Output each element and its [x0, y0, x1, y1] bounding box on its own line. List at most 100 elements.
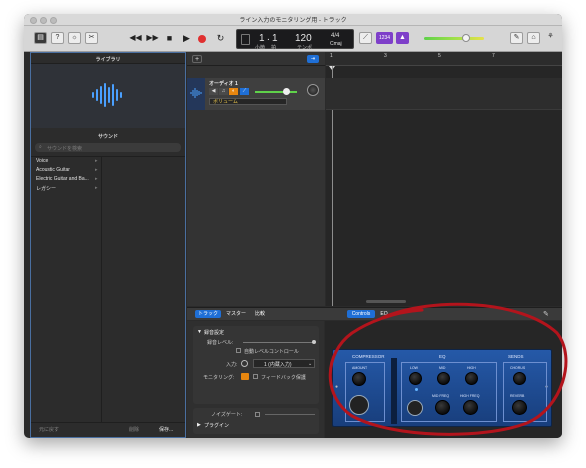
recording-section-title: 録音設定 [204, 330, 225, 336]
notepad-icon[interactable]: ✎ [510, 32, 523, 44]
record-level-slider[interactable] [243, 342, 313, 343]
list-item-label: Voice [36, 158, 49, 164]
track-volume-knob[interactable] [283, 88, 290, 95]
lcd-dot: . [267, 32, 270, 43]
stop-icon[interactable]: ■ [163, 32, 176, 44]
tab-master[interactable]: マスター [223, 310, 249, 318]
library-header: ライブラリ [95, 57, 121, 63]
window-title: ライン入力のモニタリング用 - トラック [239, 18, 347, 24]
automation-parameter-label: ボリューム [213, 99, 238, 105]
noise-gate-checkbox[interactable] [255, 412, 260, 417]
lcd-display[interactable]: 1 . 1 小節 拍 120 テンポ 4/4 Cmaj [236, 29, 354, 51]
lcd-mode-icon[interactable] [241, 34, 250, 45]
media-browser-icon[interactable]: ⚘ [544, 32, 557, 44]
pan-knob[interactable] [307, 84, 319, 96]
divider [31, 156, 185, 157]
disclosure-triangle-icon[interactable]: ▶ [197, 422, 201, 428]
ruler-number: 3 [384, 53, 387, 59]
track-headers-pane: + ⇥ オーディオ 1 ◀ ♫ ◐ ⟋ ボリューム [187, 52, 325, 306]
monitoring-toggle-icon[interactable] [241, 373, 249, 380]
lcd-key: Cmaj [330, 41, 342, 47]
record-icon[interactable] [198, 35, 206, 43]
toolbar: ▤ ? ☼ ✂ ◀◀ ▶▶ ■ ▶ ↻ 1 . 1 小節 拍 120 テンポ 4… [24, 26, 562, 52]
feedback-checkbox[interactable] [253, 374, 258, 379]
master-volume-knob[interactable] [462, 34, 470, 42]
loop-browser-icon[interactable]: ⌂ [527, 32, 540, 44]
input-monitoring-icon[interactable]: ◐ [229, 88, 238, 95]
library-toggle-icon[interactable]: ▤ [34, 32, 47, 44]
metronome-icon[interactable]: ▲ [396, 32, 409, 44]
track-lane[interactable] [326, 78, 562, 110]
catch-playhead-icon[interactable]: ⇥ [307, 55, 319, 63]
noise-gate-label: ノイズゲート: [211, 412, 243, 418]
column-divider [101, 157, 102, 422]
ruler[interactable]: 1 3 5 7 [326, 52, 562, 66]
feedback-label: フィードバック保護 [261, 375, 306, 381]
input-select[interactable]: 1 (内蔵入力) ⌄ [253, 359, 315, 368]
tuner-icon[interactable]: ⟋ [359, 32, 372, 44]
lcd-bar-label: 小節 [255, 45, 266, 51]
count-in-button[interactable]: 1234 [376, 32, 393, 44]
mono-input-icon[interactable] [241, 360, 248, 367]
headphones-icon[interactable]: ♫ [219, 88, 228, 95]
sound-search-field[interactable]: ⌕ サウンドを検索 [35, 143, 181, 152]
recording-settings-box: ▼ 録音設定 録音レベル: 自動レベルコントロール 入力: 1 (内蔵入力) ⌄… [193, 326, 319, 404]
mute-icon[interactable]: ◀ [209, 88, 218, 95]
auto-level-checkbox[interactable] [236, 348, 241, 353]
noise-gate-slider[interactable] [265, 414, 315, 415]
noise-gate-box: ノイズゲート: ▶ プラグイン [193, 408, 319, 434]
fast-forward-icon[interactable]: ▶▶ [146, 32, 159, 44]
lcd-tempo: 120 [295, 33, 312, 44]
annotation-circle [328, 302, 568, 436]
delete-button[interactable]: 削除 [129, 426, 139, 433]
chevron-down-icon: ⌄ [308, 361, 313, 367]
lcd-bar: 1 [259, 33, 265, 44]
tab-track[interactable]: トラック [195, 310, 221, 318]
track-name[interactable]: オーディオ 1 [209, 80, 238, 87]
help-icon[interactable]: ? [51, 32, 64, 44]
list-item[interactable]: レガシー [36, 185, 56, 192]
search-placeholder: サウンドを検索 [47, 145, 83, 152]
tracks-area[interactable]: 1 3 5 7 [326, 52, 562, 306]
list-item[interactable]: Acoustic Guitar [36, 167, 70, 173]
rewind-icon[interactable]: ◀◀ [129, 32, 142, 44]
smart-controls-icon[interactable]: ☼ [68, 32, 81, 44]
list-item[interactable]: Electric Guitar and Ba... [36, 176, 89, 182]
input-label: 入力: [226, 362, 238, 368]
record-level-slider-thumb[interactable] [312, 340, 316, 344]
add-track-button[interactable]: + [192, 55, 202, 63]
master-volume-slider[interactable] [424, 37, 484, 40]
search-icon: ⌕ [39, 144, 42, 150]
cycle-icon[interactable]: ↻ [214, 32, 227, 44]
list-item[interactable]: Voice [36, 158, 48, 164]
play-icon[interactable]: ▶ [180, 32, 193, 44]
revert-button[interactable]: 元に戻す [39, 426, 59, 433]
list-item-label: レガシー [36, 186, 57, 192]
tab-compare[interactable]: 比較 [251, 310, 269, 318]
divider [187, 65, 325, 66]
track-volume-slider[interactable] [255, 91, 297, 93]
record-level-label: 録音レベル: [207, 340, 234, 346]
recording-settings-panel: ▼ 録音設定 録音レベル: 自動レベルコントロール 入力: 1 (内蔵入力) ⌄… [187, 321, 324, 438]
list-item-label: Electric Guitar and Ba... [36, 176, 89, 182]
save-button[interactable]: 保存... [159, 426, 173, 433]
chevron-right-icon: ▸ [95, 167, 98, 173]
automation-parameter-select[interactable]: ボリューム [209, 98, 287, 105]
disclosure-triangle-icon[interactable]: ▼ [197, 329, 202, 335]
ruler-number: 5 [438, 53, 441, 59]
chevron-right-icon: ▸ [95, 158, 98, 164]
track-icon [187, 78, 205, 110]
ruler-number: 7 [492, 53, 495, 59]
lcd-tempo-label: テンポ [297, 45, 313, 51]
sound-header: サウンド [97, 134, 118, 140]
editors-scissors-icon[interactable]: ✂ [85, 32, 98, 44]
library-sound-artwork [31, 64, 185, 128]
waveform-icon [190, 88, 202, 98]
track-row[interactable]: オーディオ 1 ◀ ♫ ◐ ⟋ ボリューム [187, 78, 325, 110]
ruler-number: 1 [330, 53, 333, 59]
automation-icon[interactable]: ⟋ [240, 88, 249, 95]
auto-level-label: 自動レベルコントロール [244, 349, 299, 355]
input-select-value: 1 (内蔵入力) [264, 362, 292, 368]
list-item-label: Acoustic Guitar [36, 167, 70, 173]
lcd-beat: 1 [272, 33, 278, 44]
